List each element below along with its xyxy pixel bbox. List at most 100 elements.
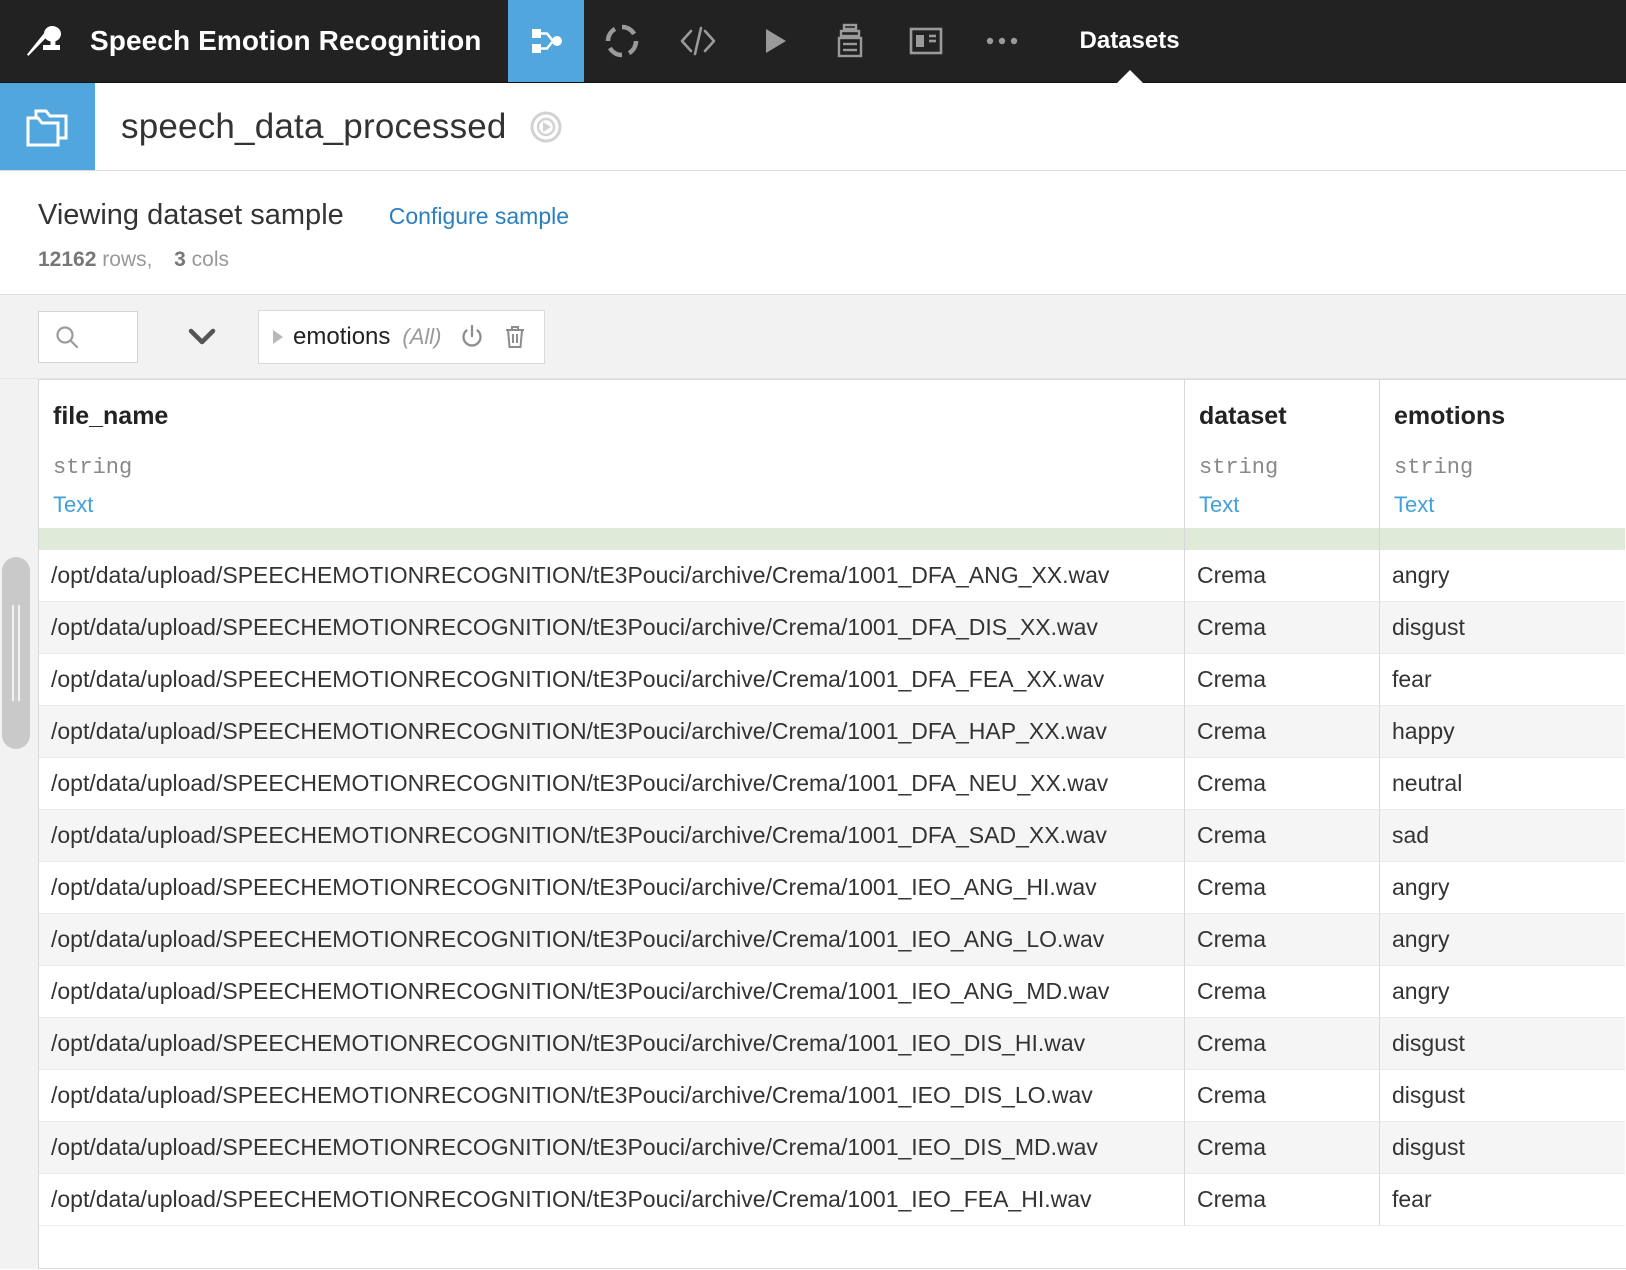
cell-emotions[interactable]: sad [1379,810,1625,862]
table-row[interactable]: /opt/data/upload/SPEECHEMOTIONRECOGNITIO… [39,810,1626,862]
cell-dataset[interactable]: Crema [1184,862,1379,914]
tab-datasets[interactable]: Datasets [1058,0,1202,83]
cell-dataset[interactable]: Crema [1184,602,1379,654]
table-row[interactable]: /opt/data/upload/SPEECHEMOTIONRECOGNITIO… [39,966,1626,1018]
navigator-icon[interactable] [529,110,563,144]
column-meaning[interactable]: Text [1394,492,1625,518]
cell-dataset[interactable]: Crema [1184,1122,1379,1174]
cell-emotions[interactable]: disgust [1379,602,1625,654]
cell-file_name[interactable]: /opt/data/upload/SPEECHEMOTIONRECOGNITIO… [39,654,1184,706]
cell-file_name[interactable]: /opt/data/upload/SPEECHEMOTIONRECOGNITIO… [39,602,1184,654]
cell-file_name[interactable]: /opt/data/upload/SPEECHEMOTIONRECOGNITIO… [39,862,1184,914]
strip-cell [1379,528,1625,550]
cell-emotions[interactable]: angry [1379,862,1625,914]
cell-file_name[interactable]: /opt/data/upload/SPEECHEMOTIONRECOGNITIO… [39,966,1184,1018]
power-toggle-icon[interactable] [458,323,486,351]
filter-chip-scope: (All) [402,323,442,349]
column-type: string [1199,455,1279,480]
table-row[interactable]: /opt/data/upload/SPEECHEMOTIONRECOGNITIO… [39,758,1626,810]
column-name: file_name [53,402,169,430]
lab-icon[interactable] [584,0,660,82]
search-input[interactable] [38,310,138,363]
dataiku-bird-logo[interactable] [0,0,90,82]
column-header-emotions[interactable]: emotions string Text [1379,380,1625,528]
column-meaning[interactable]: Text [1199,492,1379,518]
automation-icon[interactable] [812,0,888,82]
configure-sample-link[interactable]: Configure sample [389,203,569,230]
cell-file_name[interactable]: /opt/data/upload/SPEECHEMOTIONRECOGNITIO… [39,1174,1184,1226]
dataset-titlebar: speech_data_processed [0,83,1626,171]
project-name[interactable]: Speech Emotion Recognition [90,0,508,82]
table-row[interactable]: /opt/data/upload/SPEECHEMOTIONRECOGNITIO… [39,1122,1626,1174]
data-table: file_name string Text dataset string Tex… [38,379,1626,1269]
table-row[interactable]: /opt/data/upload/SPEECHEMOTIONRECOGNITIO… [39,602,1626,654]
table-row[interactable]: /opt/data/upload/SPEECHEMOTIONRECOGNITIO… [39,654,1626,706]
cell-file_name[interactable]: /opt/data/upload/SPEECHEMOTIONRECOGNITIO… [39,550,1184,602]
table-row[interactable]: /opt/data/upload/SPEECHEMOTIONRECOGNITIO… [39,1174,1626,1226]
cell-emotions[interactable]: disgust [1379,1122,1625,1174]
cell-dataset[interactable]: Crema [1184,1018,1379,1070]
cell-dataset[interactable]: Crema [1184,706,1379,758]
sample-header: Viewing dataset sample Configure sample … [0,171,1626,295]
code-icon[interactable] [660,0,736,82]
cell-emotions[interactable]: neutral [1379,758,1625,810]
filter-chip-label: emotions [293,322,391,350]
chevron-down-icon[interactable] [174,311,230,363]
cell-dataset[interactable]: Crema [1184,550,1379,602]
cell-dataset[interactable]: Crema [1184,1070,1379,1122]
cell-emotions[interactable]: happy [1379,706,1625,758]
tab-datasets-label: Datasets [1079,27,1180,54]
cell-file_name[interactable]: /opt/data/upload/SPEECHEMOTIONRECOGNITIO… [39,810,1184,862]
cell-file_name[interactable]: /opt/data/upload/SPEECHEMOTIONRECOGNITIO… [39,706,1184,758]
flow-icon[interactable] [507,0,584,82]
filter-chip-emotions[interactable]: emotions (All) [258,309,545,364]
dashboards-icon[interactable] [888,0,964,82]
cell-emotions[interactable]: disgust [1379,1070,1625,1122]
page-title: speech_data_processed [121,106,507,146]
strip-cell [39,528,1184,550]
cols-label: cols [191,248,230,271]
table-body: /opt/data/upload/SPEECHEMOTIONRECOGNITIO… [39,550,1626,1226]
cell-emotions[interactable]: fear [1379,654,1625,706]
cell-file_name[interactable]: /opt/data/upload/SPEECHEMOTIONRECOGNITIO… [39,1122,1184,1174]
triangle-right-icon[interactable] [273,329,283,344]
rows-label: rows, [102,248,153,271]
search-icon [56,325,79,348]
table-row[interactable]: /opt/data/upload/SPEECHEMOTIONRECOGNITIO… [39,1018,1626,1070]
jobs-play-icon[interactable] [736,0,812,82]
cell-dataset[interactable]: Crema [1184,654,1379,706]
cell-dataset[interactable]: Crema [1184,758,1379,810]
column-type: string [53,455,133,480]
vertical-scrollbar-handle[interactable] [2,557,30,749]
cell-emotions[interactable]: angry [1379,914,1625,966]
cell-emotions[interactable]: angry [1379,966,1625,1018]
table-row[interactable]: /opt/data/upload/SPEECHEMOTIONRECOGNITIO… [39,706,1626,758]
table-row[interactable]: /opt/data/upload/SPEECHEMOTIONRECOGNITIO… [39,550,1626,602]
cell-dataset[interactable]: Crema [1184,914,1379,966]
table-row[interactable]: /opt/data/upload/SPEECHEMOTIONRECOGNITIO… [39,914,1626,966]
column-name: dataset [1199,402,1287,430]
cell-dataset[interactable]: Crema [1184,1174,1379,1226]
table-row[interactable]: /opt/data/upload/SPEECHEMOTIONRECOGNITIO… [39,1070,1626,1122]
cell-emotions[interactable]: angry [1379,550,1625,602]
trash-icon[interactable] [502,323,528,351]
cell-dataset[interactable]: Crema [1184,966,1379,1018]
table-row[interactable]: /opt/data/upload/SPEECHEMOTIONRECOGNITIO… [39,862,1626,914]
table-header: file_name string Text dataset string Tex… [39,380,1626,528]
managed-folder-icon[interactable] [0,83,95,170]
rows-count: 12162 [38,248,97,271]
cell-dataset[interactable]: Crema [1184,810,1379,862]
cell-file_name[interactable]: /opt/data/upload/SPEECHEMOTIONRECOGNITIO… [39,758,1184,810]
cell-file_name[interactable]: /opt/data/upload/SPEECHEMOTIONRECOGNITIO… [39,914,1184,966]
cell-file_name[interactable]: /opt/data/upload/SPEECHEMOTIONRECOGNITIO… [39,1070,1184,1122]
column-meaning[interactable]: Text [53,492,1184,518]
cell-emotions[interactable]: disgust [1379,1018,1625,1070]
column-header-dataset[interactable]: dataset string Text [1184,380,1379,528]
more-icon[interactable] [964,0,1040,82]
top-navbar: Speech Emotion Recognition Datasets [0,0,1626,83]
cell-file_name[interactable]: /opt/data/upload/SPEECHEMOTIONRECOGNITIO… [39,1018,1184,1070]
column-header-file_name[interactable]: file_name string Text [39,380,1184,528]
column-name: emotions [1394,402,1506,430]
filter-toolbar: emotions (All) [0,295,1626,379]
cell-emotions[interactable]: fear [1379,1174,1625,1226]
